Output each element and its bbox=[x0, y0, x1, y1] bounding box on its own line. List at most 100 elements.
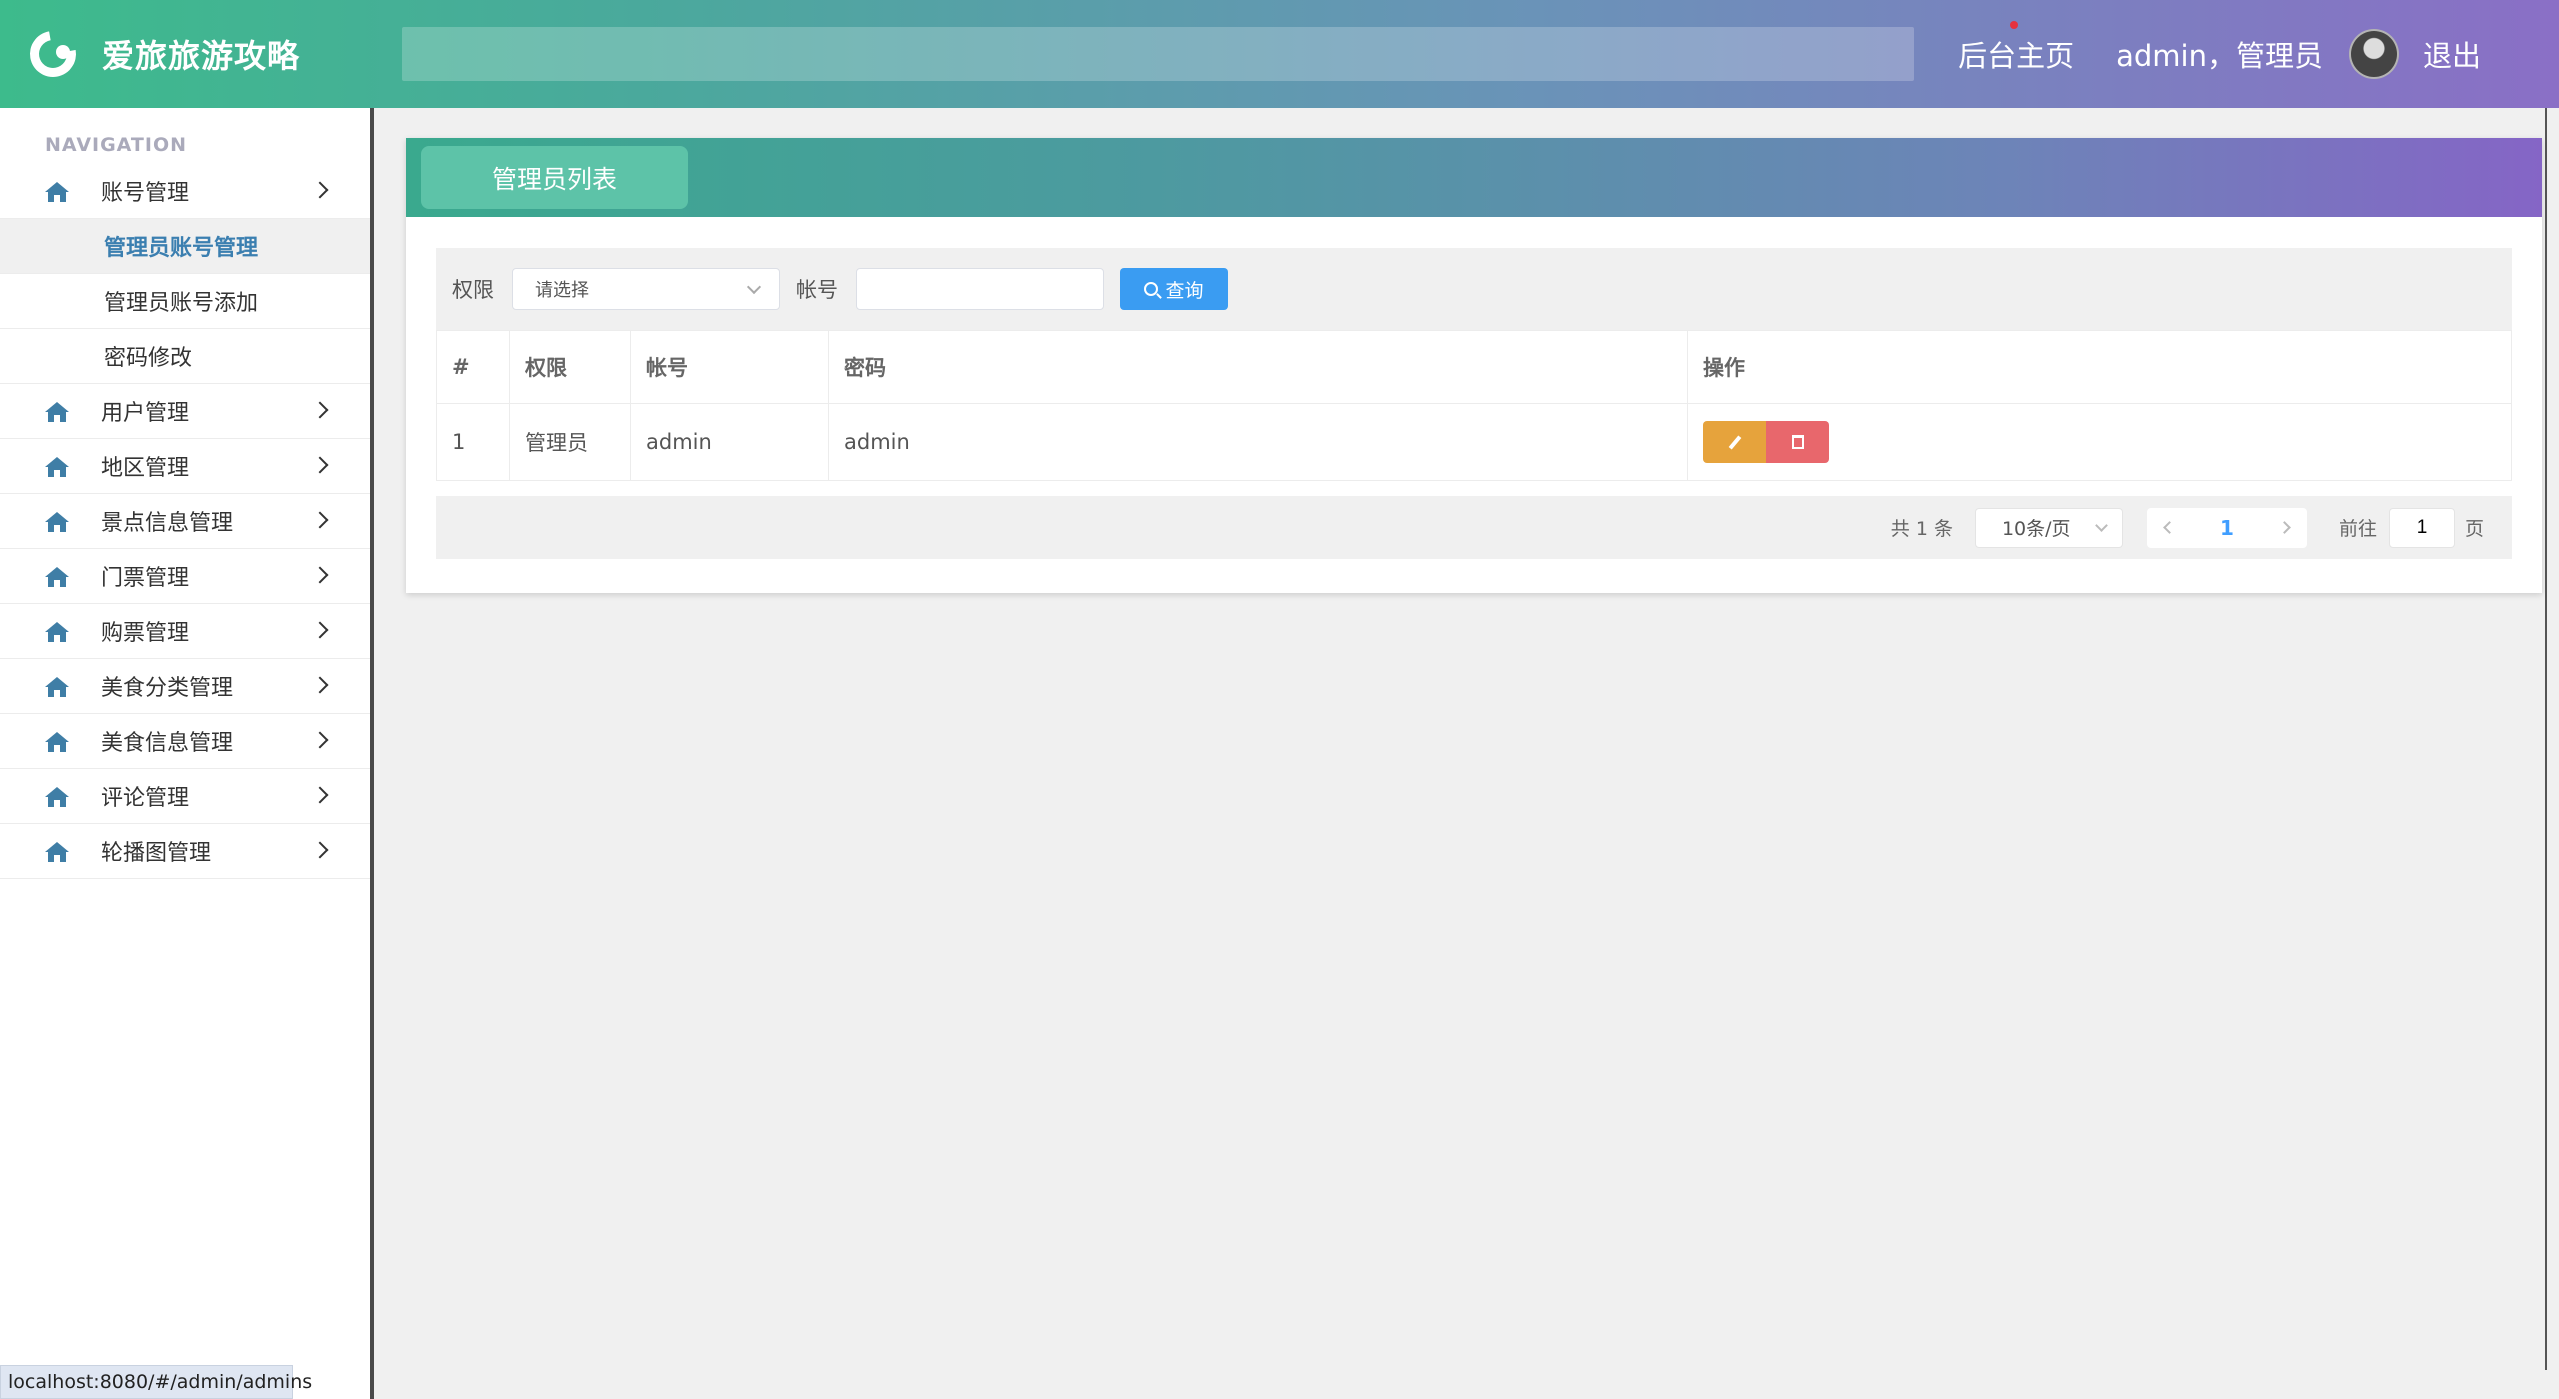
chevron-down-icon bbox=[746, 279, 762, 295]
pagination: 共 1 条 10条/页 1 前往 页 bbox=[436, 496, 2512, 559]
role-filter-label: 权限 bbox=[452, 278, 494, 302]
home-link[interactable]: 后台主页 bbox=[1958, 21, 2075, 75]
edit-icon bbox=[1728, 434, 1741, 450]
sidebar-item-food-categories[interactable]: 美食分类管理 bbox=[0, 659, 370, 714]
panel-title-tab[interactable]: 管理员列表 bbox=[421, 146, 688, 209]
sidebar: NAVIGATION 账号管理 管理员账号管理 管理员账号添加 密码修改 用户管… bbox=[0, 108, 374, 1399]
sidebar-subitem-admin-accounts[interactable]: 管理员账号管理 bbox=[0, 219, 370, 274]
chevron-right-icon bbox=[311, 731, 329, 749]
chevron-right-icon bbox=[311, 511, 329, 529]
sidebar-item-label: 门票管理 bbox=[101, 566, 190, 591]
sidebar-item-regions[interactable]: 地区管理 bbox=[0, 439, 370, 494]
column-header: # bbox=[436, 330, 510, 404]
home-icon bbox=[45, 182, 69, 202]
cell-password: admin bbox=[828, 403, 1688, 481]
user-info: admin，管理员 bbox=[2116, 39, 2323, 73]
chevron-right-icon bbox=[311, 566, 329, 584]
home-link-label: 后台主页 bbox=[1958, 39, 2075, 73]
delete-button[interactable] bbox=[1766, 421, 1829, 463]
app-logo[interactable]: 爱旅旅游攻略 bbox=[20, 21, 386, 87]
page-size-value: 10条/页 bbox=[2001, 518, 2071, 540]
chevron-right-icon bbox=[311, 621, 329, 639]
home-icon bbox=[45, 457, 69, 477]
home-icon bbox=[45, 402, 69, 422]
account-filter-label: 帐号 bbox=[796, 278, 838, 302]
column-header: 密码 bbox=[828, 330, 1688, 404]
current-page[interactable]: 1 bbox=[2220, 516, 2234, 540]
chevron-right-icon bbox=[311, 676, 329, 694]
sidebar-item-label: 景点信息管理 bbox=[101, 511, 234, 536]
sidebar-item-label: 轮播图管理 bbox=[101, 841, 212, 866]
admin-table: # 权限 帐号 密码 操作 1 管理员 admin admin bbox=[436, 330, 2512, 481]
trash-icon bbox=[1791, 435, 1804, 449]
table-header-row: # 权限 帐号 密码 操作 bbox=[436, 330, 2512, 404]
sidebar-item-account[interactable]: 账号管理 bbox=[0, 164, 370, 219]
chevron-right-icon bbox=[311, 181, 329, 199]
avatar[interactable] bbox=[2348, 29, 2399, 79]
cell-role: 管理员 bbox=[509, 403, 631, 481]
sidebar-item-purchases[interactable]: 购票管理 bbox=[0, 604, 370, 659]
notification-dot bbox=[2010, 21, 2019, 29]
sidebar-item-label: 用户管理 bbox=[101, 401, 190, 426]
chevron-right-icon bbox=[311, 401, 329, 419]
chevron-right-icon bbox=[311, 841, 329, 859]
admin-list-panel: 管理员列表 权限 请选择 帐号 查询 # 权限 帐号 密码 操作 1 管理员 a… bbox=[406, 138, 2542, 593]
search-icon bbox=[1144, 282, 1159, 296]
sidebar-subitem-add-admin[interactable]: 管理员账号添加 bbox=[0, 274, 370, 329]
sidebar-item-comments[interactable]: 评论管理 bbox=[0, 769, 370, 824]
status-bar-url: localhost:8080/#/admin/admins bbox=[0, 1365, 312, 1399]
table-row: 1 管理员 admin admin bbox=[436, 403, 2512, 481]
scrollbar-track[interactable] bbox=[2545, 108, 2547, 1370]
query-button-label: 查询 bbox=[1165, 280, 1204, 302]
sidebar-item-attractions[interactable]: 景点信息管理 bbox=[0, 494, 370, 549]
home-icon bbox=[45, 787, 69, 807]
edit-button[interactable] bbox=[1703, 421, 1766, 463]
page-nav: 1 bbox=[2146, 507, 2307, 548]
top-header: 爱旅旅游攻略 后台主页 admin，管理员 退出 bbox=[0, 0, 2559, 108]
nav-title: NAVIGATION bbox=[45, 134, 187, 156]
goto-page-input[interactable] bbox=[2388, 507, 2455, 548]
sidebar-item-label: 美食分类管理 bbox=[101, 676, 234, 701]
prev-page-icon[interactable] bbox=[2163, 521, 2176, 534]
header-search-input[interactable] bbox=[402, 27, 1914, 81]
logout-button[interactable]: 退出 bbox=[2423, 33, 2481, 75]
chevron-right-icon bbox=[311, 786, 329, 804]
home-icon bbox=[45, 567, 69, 587]
column-header: 操作 bbox=[1687, 330, 2512, 404]
sidebar-item-carousel[interactable]: 轮播图管理 bbox=[0, 824, 370, 879]
home-icon bbox=[45, 677, 69, 697]
role-select[interactable]: 请选择 bbox=[512, 268, 780, 310]
column-header: 帐号 bbox=[630, 330, 829, 404]
goto-unit: 页 bbox=[2464, 518, 2484, 540]
panel-header: 管理员列表 bbox=[406, 138, 2542, 217]
sidebar-item-label: 评论管理 bbox=[101, 786, 190, 811]
cell-actions bbox=[1687, 403, 2512, 481]
query-button[interactable]: 查询 bbox=[1120, 268, 1228, 310]
goto-label: 前往 bbox=[2338, 518, 2377, 540]
sidebar-item-label: 美食信息管理 bbox=[101, 731, 234, 756]
filter-bar: 权限 请选择 帐号 查询 bbox=[436, 248, 2512, 330]
chevron-right-icon bbox=[311, 456, 329, 474]
cell-index: 1 bbox=[436, 403, 510, 481]
account-input[interactable] bbox=[856, 268, 1104, 310]
cell-account: admin bbox=[630, 403, 829, 481]
sidebar-item-label: 地区管理 bbox=[101, 456, 190, 481]
role-select-placeholder: 请选择 bbox=[535, 280, 589, 301]
pagination-total: 共 1 条 bbox=[1890, 518, 1953, 540]
sidebar-item-users[interactable]: 用户管理 bbox=[0, 384, 370, 439]
app-title: 爱旅旅游攻略 bbox=[102, 37, 301, 75]
sidebar-item-food-info[interactable]: 美食信息管理 bbox=[0, 714, 370, 769]
sidebar-item-tickets[interactable]: 门票管理 bbox=[0, 549, 370, 604]
home-icon bbox=[45, 842, 69, 862]
header-right: 后台主页 admin，管理员 退出 bbox=[1958, 0, 2481, 108]
page-size-select[interactable]: 10条/页 bbox=[1974, 507, 2123, 548]
chevron-down-icon bbox=[2095, 518, 2108, 532]
next-page-icon[interactable] bbox=[2278, 521, 2291, 534]
column-header: 权限 bbox=[509, 330, 631, 404]
sidebar-item-label: 账号管理 bbox=[101, 181, 190, 206]
home-icon bbox=[45, 732, 69, 752]
sidebar-subitem-change-password[interactable]: 密码修改 bbox=[0, 329, 370, 384]
logo-icon bbox=[20, 21, 86, 87]
home-icon bbox=[45, 512, 69, 532]
home-icon bbox=[45, 622, 69, 642]
